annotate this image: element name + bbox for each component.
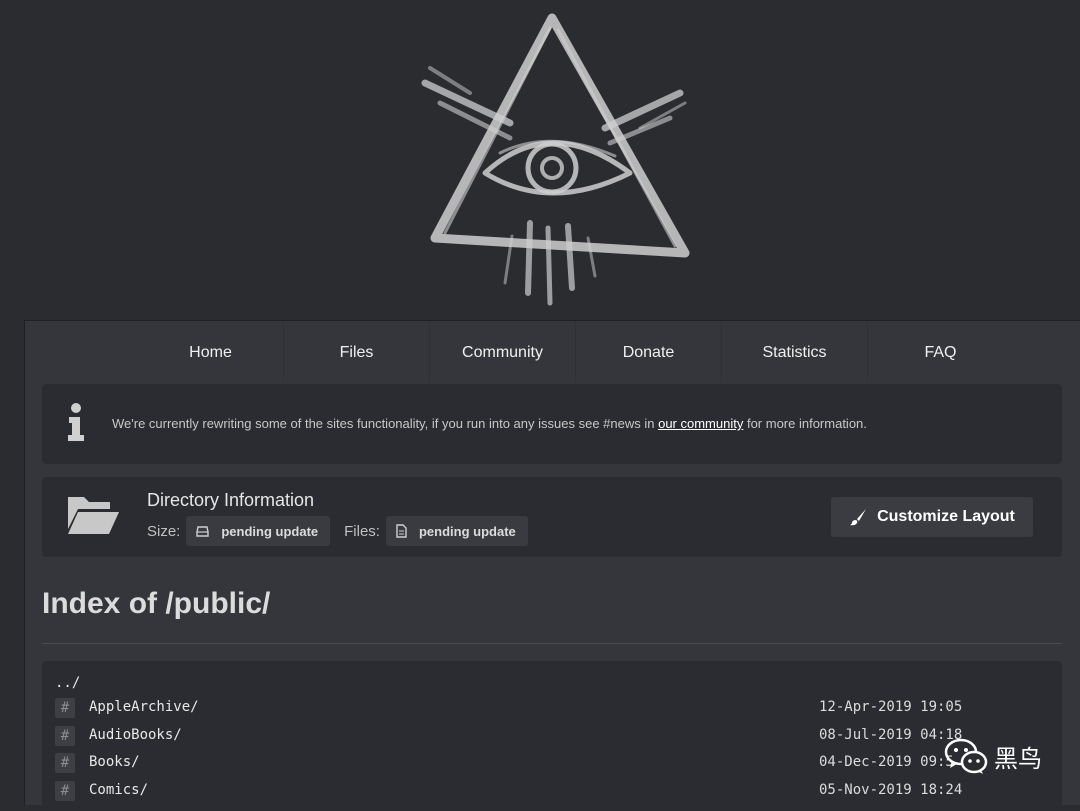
parent-directory-link[interactable]: ../ <box>55 675 80 691</box>
wechat-watermark: 黑鸟 <box>944 737 1042 775</box>
hash-icon: # <box>55 753 75 773</box>
main-panel: Home Files Community Donate Statistics F… <box>24 320 1080 811</box>
directory-info: Directory Information Size: pending upda… <box>42 477 1062 557</box>
wechat-icon <box>944 738 988 774</box>
watermark-text: 黑鸟 <box>994 745 1042 773</box>
divider <box>42 643 1062 644</box>
community-link[interactable]: our community <box>658 416 743 431</box>
nav-files[interactable]: Files <box>284 321 430 383</box>
entry-date: 08-Jul-2019 04:18 <box>819 727 963 743</box>
directory-stats: Size: pending update Files: pending upda… <box>147 516 542 546</box>
entry-name[interactable]: Comics/ <box>89 782 148 798</box>
hash-icon: # <box>55 781 75 801</box>
files-label: Files: <box>344 522 380 540</box>
list-item: # AudioBooks/ 08-Jul-2019 04:18 <box>55 726 1055 750</box>
files-value: pending update <box>418 523 516 539</box>
page-title: Index of /public/ <box>42 587 271 620</box>
file-listing: ../ # AppleArchive/ 12-Apr-2019 19:05 # … <box>42 661 1062 811</box>
size-label: Size: <box>147 522 181 540</box>
entry-date: 12-Apr-2019 19:05 <box>819 699 963 715</box>
nav-home[interactable]: Home <box>138 321 284 383</box>
directory-title: Directory Information <box>147 490 315 510</box>
info-notice: We're currently rewriting some of the si… <box>42 384 1062 464</box>
hash-icon: # <box>55 698 75 718</box>
nav-faq[interactable]: FAQ <box>868 321 1013 383</box>
entry-date: 05-Nov-2019 18:24 <box>819 782 963 798</box>
entry-name[interactable]: AudioBooks/ <box>89 727 182 743</box>
size-badge: pending update <box>186 516 331 546</box>
nav-statistics[interactable]: Statistics <box>722 321 868 383</box>
notice-text-before: We're currently rewriting some of the si… <box>112 416 659 431</box>
folder-open-icon <box>68 497 119 534</box>
paintbrush-icon <box>850 509 867 526</box>
hash-icon: # <box>55 726 75 746</box>
files-badge: pending update <box>385 516 528 546</box>
customize-layout-label: Customize Layout <box>877 508 1015 525</box>
info-icon <box>68 403 84 441</box>
entry-name[interactable]: Books/ <box>89 754 140 770</box>
file-icon <box>396 524 407 538</box>
nav-community[interactable]: Community <box>430 321 576 383</box>
entry-date: 04-Dec-2019 09:5 <box>819 754 954 770</box>
entry-name[interactable]: AppleArchive/ <box>89 699 199 715</box>
drive-icon <box>196 525 210 537</box>
notice-message: We're currently rewriting some of the si… <box>112 416 867 431</box>
eye-triangle-logo <box>421 13 690 306</box>
nav-donate[interactable]: Donate <box>576 321 722 383</box>
site-header <box>0 0 1080 318</box>
main-nav: Home Files Community Donate Statistics F… <box>138 321 1013 383</box>
list-item: # Comics/ 05-Nov-2019 18:24 <box>55 781 1055 805</box>
size-value: pending update <box>221 523 319 539</box>
list-item: # AppleArchive/ 12-Apr-2019 19:05 <box>55 698 1055 722</box>
list-item: # Books/ 04-Dec-2019 09:5 <box>55 753 1055 777</box>
notice-text-after: for more information. <box>743 416 867 431</box>
customize-layout-button[interactable]: Customize Layout <box>831 497 1033 537</box>
